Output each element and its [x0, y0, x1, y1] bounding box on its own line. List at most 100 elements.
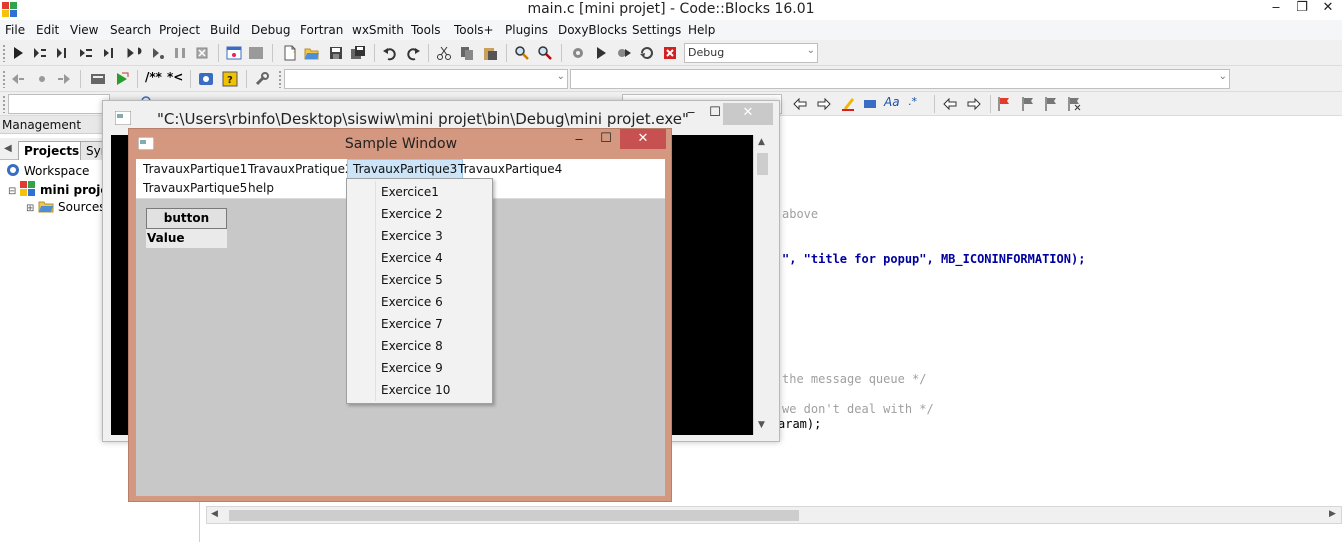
menu-tools-plus[interactable]: Tools+ — [454, 23, 494, 37]
various-info-icon[interactable] — [248, 45, 264, 61]
toolbar-grip[interactable] — [2, 95, 6, 113]
cut-icon[interactable] — [436, 45, 452, 61]
menu-item-exercice-7[interactable]: Exercice 7 — [381, 317, 443, 331]
copy-icon[interactable] — [459, 45, 475, 61]
menu-view[interactable]: View — [70, 23, 98, 37]
menu-item-exercice-1[interactable]: Exercice1 — [381, 185, 439, 199]
doxy-help-icon[interactable]: ? — [222, 71, 238, 87]
menu-help[interactable]: help — [243, 179, 279, 197]
menu-travaux-pratique-2[interactable]: TravauxPratique2 — [243, 160, 358, 178]
menu-wxsmith[interactable]: wxSmith — [352, 23, 404, 37]
menu-tools[interactable]: Tools — [411, 23, 441, 37]
sample-minimize-button[interactable]: ‒ — [565, 132, 593, 150]
code-function-select[interactable]: ⌄ — [570, 69, 1230, 89]
toolbar-grip[interactable] — [2, 70, 6, 88]
menu-file[interactable]: File — [5, 23, 25, 37]
jump-back-icon[interactable] — [10, 71, 26, 87]
tree-workspace[interactable]: Workspace — [6, 163, 89, 178]
code-scope-select[interactable]: ⌄ — [284, 69, 568, 89]
menu-travaux-partique-5[interactable]: TravauxPartique5 — [138, 179, 252, 197]
search-text-input[interactable] — [8, 94, 110, 114]
scroll-left-icon[interactable]: ◀ — [211, 509, 218, 519]
bookmark-next-flag-icon[interactable] — [1043, 96, 1059, 112]
menu-search[interactable]: Search — [110, 23, 151, 37]
scrollbar-thumb[interactable] — [229, 510, 799, 521]
arrow-left-icon[interactable] — [792, 96, 808, 112]
new-file-icon[interactable] — [282, 45, 298, 61]
undo-icon[interactable] — [382, 45, 398, 61]
expand-icon[interactable]: ⊞ — [26, 203, 34, 214]
menu-doxyblocks[interactable]: DoxyBlocks — [558, 23, 627, 37]
scroll-down-icon[interactable]: ▼ — [758, 420, 765, 430]
doxy-line-comment-button[interactable]: *< — [167, 70, 183, 84]
menu-item-exercice-2[interactable]: Exercice 2 — [381, 207, 443, 221]
breakpoint-dot-icon[interactable] — [34, 71, 50, 87]
doxy-block-comment-button[interactable]: /** — [145, 70, 162, 84]
console-close-button[interactable]: ✕ — [723, 103, 773, 125]
tree-sources[interactable]: ⊞ Sources — [26, 199, 106, 214]
tab-symbols[interactable]: Sym — [80, 141, 104, 160]
console-vertical-scrollbar[interactable]: ▲ ▼ — [753, 135, 771, 435]
doxy-html-icon[interactable] — [198, 71, 214, 87]
build-target-select[interactable]: Debug ⌄ — [684, 43, 818, 63]
arrow-right-icon[interactable] — [816, 96, 832, 112]
sample-close-button[interactable]: ✕ — [620, 129, 666, 149]
run-icon[interactable] — [10, 45, 26, 61]
collapse-icon[interactable]: ⊟ — [8, 186, 16, 197]
build-settings-gear-icon[interactable] — [570, 45, 586, 61]
pause-icon[interactable] — [172, 45, 188, 61]
jump-forward-icon[interactable] — [56, 71, 72, 87]
save-all-icon[interactable] — [350, 45, 366, 61]
prev-bookmark-icon[interactable] — [942, 96, 958, 112]
menu-item-exercice-10[interactable]: Exercice 10 — [381, 383, 450, 397]
debug-windows-icon[interactable] — [226, 45, 242, 61]
scroll-right-icon[interactable]: ▶ — [1329, 509, 1336, 519]
menu-item-exercice-9[interactable]: Exercice 9 — [381, 361, 443, 375]
doxywizard-icon[interactable] — [90, 71, 106, 87]
tree-project[interactable]: ⊟ mini projet — [8, 181, 114, 197]
menu-item-exercice-3[interactable]: Exercice 3 — [381, 229, 443, 243]
menu-item-exercice-8[interactable]: Exercice 8 — [381, 339, 443, 353]
menu-plugins[interactable]: Plugins — [505, 23, 548, 37]
menu-project[interactable]: Project — [159, 23, 200, 37]
step-out-icon[interactable] — [126, 45, 142, 61]
menu-help[interactable]: Help — [688, 23, 715, 37]
toggle-bookmark-flag-icon[interactable] — [996, 96, 1012, 112]
menu-travaux-partique-1[interactable]: TravauxPartique1 — [138, 160, 252, 178]
menu-build[interactable]: Build — [210, 23, 240, 37]
menu-travaux-partique-4[interactable]: TravauxPartique4 — [453, 160, 567, 178]
sample-maximize-button[interactable]: ☐ — [592, 131, 620, 149]
extract-docs-icon[interactable] — [114, 71, 130, 87]
scroll-up-icon[interactable]: ▲ — [758, 137, 765, 147]
paste-icon[interactable] — [482, 45, 498, 61]
menu-item-exercice-5[interactable]: Exercice 5 — [381, 273, 443, 287]
main-restore-button[interactable]: ❐ — [1288, 0, 1316, 18]
regex-icon[interactable]: .* — [908, 95, 917, 108]
selected-text-icon[interactable] — [862, 96, 878, 112]
menu-item-exercice-6[interactable]: Exercice 6 — [381, 295, 443, 309]
abort-icon[interactable] — [662, 45, 678, 61]
menu-travaux-partique-3[interactable]: TravauxPartique3 — [347, 159, 464, 179]
menu-fortran[interactable]: Fortran — [300, 23, 343, 37]
main-minimize-button[interactable]: ‒ — [1262, 0, 1290, 18]
editor-horizontal-scrollbar[interactable]: ◀ ▶ — [206, 506, 1342, 524]
match-case-icon[interactable]: Aa — [884, 95, 900, 109]
bookmark-flag-icon[interactable] — [1020, 96, 1036, 112]
menu-settings[interactable]: Settings — [632, 23, 681, 37]
tab-projects[interactable]: Projects — [18, 141, 86, 160]
rebuild-icon[interactable] — [639, 45, 655, 61]
step-into-icon[interactable] — [102, 45, 118, 61]
menu-item-exercice-4[interactable]: Exercice 4 — [381, 251, 443, 265]
debug-step-icon[interactable] — [32, 45, 48, 61]
toolbar-grip[interactable] — [2, 44, 6, 62]
next-bookmark-icon[interactable] — [966, 96, 982, 112]
toolbar-grip[interactable] — [278, 70, 282, 88]
menu-debug[interactable]: Debug — [251, 23, 290, 37]
next-line-icon[interactable] — [78, 45, 94, 61]
highlight-icon[interactable] — [840, 96, 856, 112]
tab-scroll-left-icon[interactable]: ◀ — [4, 143, 12, 154]
build-run-icon[interactable] — [593, 45, 609, 61]
menu-edit[interactable]: Edit — [36, 23, 59, 37]
clear-bookmarks-flag-icon[interactable] — [1066, 96, 1082, 112]
scrollbar-thumb[interactable] — [757, 153, 768, 175]
